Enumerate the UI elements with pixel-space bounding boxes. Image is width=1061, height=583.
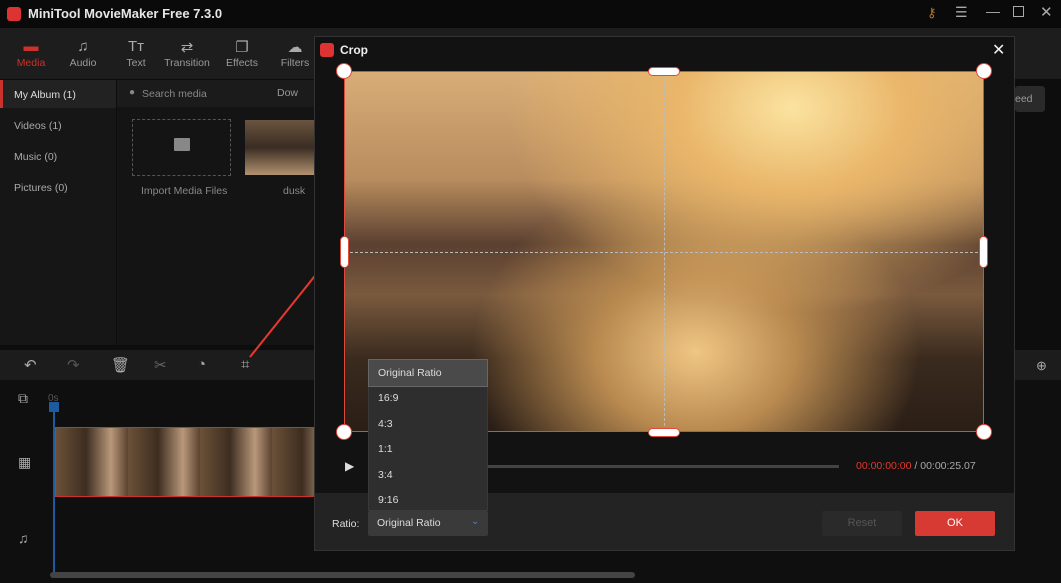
crop-handle-right[interactable] [979, 236, 988, 268]
menu-icon[interactable]: ☰ [955, 4, 968, 21]
tab-transition[interactable]: ⇄ Transition [160, 28, 214, 79]
tab-label: Transition [164, 57, 210, 69]
ratio-option-9-16[interactable]: 9:16 [369, 487, 487, 513]
right-panel-button-label: eed [1015, 93, 1033, 105]
play-button[interactable]: ▶ [345, 459, 354, 473]
redo-icon[interactable]: ↷ [67, 356, 80, 374]
media-thumbnail-dusk[interactable] [245, 120, 315, 175]
dialog-title: Crop [340, 43, 368, 57]
tab-label: Audio [69, 57, 97, 69]
video-track-icon: ▦ [18, 454, 32, 470]
close-dialog-button[interactable]: ✕ [992, 40, 1005, 60]
ratio-option-original[interactable]: Original Ratio [368, 359, 488, 387]
search-bar: ● Search media Dow [117, 80, 317, 107]
album-sidebar: My Album (1) Videos (1) Music (0) Pictur… [0, 80, 116, 345]
title-bar: MiniTool MovieMaker Free 7.3.0 ⚷ ☰ — ✕ [0, 0, 1061, 28]
download-button[interactable]: Dow [277, 87, 298, 99]
dialog-title-bar: Crop ✕ [315, 37, 1014, 63]
import-media-button[interactable] [132, 119, 231, 176]
ratio-option-1-1[interactable]: 1:1 [369, 436, 487, 462]
ratio-select[interactable]: Original Ratio ⌄ [368, 511, 488, 536]
playhead-handle[interactable] [49, 402, 59, 412]
time-readout: 00:00:00:00 / 00:00:25.07 [856, 460, 976, 472]
undo-icon[interactable]: ↶ [24, 356, 37, 374]
app-logo-icon [7, 7, 21, 21]
music-icon: ♫ [77, 38, 89, 55]
crop-handle-top[interactable] [648, 67, 680, 76]
crop-handle-top-left[interactable] [336, 63, 352, 79]
speed-icon[interactable]: ◔ [197, 356, 206, 373]
delete-icon[interactable]: 🗑 [111, 356, 130, 374]
add-track-icon[interactable]: ⧉ [18, 390, 28, 407]
close-app-button[interactable]: ✕ [1040, 3, 1053, 21]
tab-label: Text [126, 57, 146, 69]
tab-media[interactable]: ▬ Media [4, 28, 58, 79]
crop-handle-bottom[interactable] [648, 428, 680, 437]
ratio-option-3-4[interactable]: 3:4 [369, 462, 487, 488]
key-icon[interactable]: ⚷ [927, 5, 937, 21]
search-input[interactable]: Search media [142, 88, 207, 100]
sidebar-item-music[interactable]: Music (0) [0, 142, 116, 170]
folder-icon [174, 138, 190, 151]
progress-slider[interactable] [485, 465, 839, 468]
ratio-select-value: Original Ratio [377, 517, 441, 529]
crop-handle-bottom-right[interactable] [976, 424, 992, 440]
crop-handle-left[interactable] [340, 236, 349, 268]
app-logo-icon [320, 43, 334, 57]
tab-text[interactable]: Tт Text [109, 28, 163, 79]
audio-track-icon: ♫ [18, 530, 29, 546]
reset-button[interactable]: Reset [822, 511, 902, 536]
ratio-dropdown-list: Original Ratio 16:9 4:3 1:1 3:4 9:16 [368, 359, 488, 511]
horizontal-scrollbar[interactable] [50, 572, 635, 578]
import-media-label: Import Media Files [141, 185, 228, 197]
sidebar-item-pictures[interactable]: Pictures (0) [0, 173, 116, 201]
app-title: MiniTool MovieMaker Free 7.3.0 [28, 6, 223, 21]
ok-button[interactable]: OK [915, 511, 995, 536]
search-icon: ● [129, 87, 136, 98]
ratio-option-4-3[interactable]: 4:3 [369, 411, 487, 437]
chevron-down-icon: ⌄ [471, 516, 480, 527]
tab-label: Filters [280, 57, 310, 69]
tab-label: Media [16, 57, 46, 69]
sidebar-item-my-album[interactable]: My Album (1) [0, 80, 116, 108]
crop-guide-horizontal [345, 252, 983, 253]
zoom-in-icon[interactable]: ⊕ [1036, 358, 1047, 374]
media-clip-label: dusk [283, 185, 306, 197]
tab-audio[interactable]: ♫ Audio [56, 28, 110, 79]
sidebar-item-videos[interactable]: Videos (1) [0, 111, 116, 139]
minimize-button[interactable]: — [986, 3, 1000, 19]
ratio-option-16-9[interactable]: 16:9 [369, 385, 487, 411]
folder-icon: ▬ [23, 38, 39, 55]
text-icon: Tт [127, 38, 145, 55]
tab-effects[interactable]: ❐ Effects [215, 28, 269, 79]
split-icon[interactable]: ✂ [154, 356, 167, 374]
maximize-button[interactable] [1013, 6, 1024, 17]
crop-handle-bottom-left[interactable] [336, 424, 352, 440]
effects-icon: ❐ [235, 39, 249, 56]
crop-dialog: Crop ✕ ▶ 00:00:00:00 / 00:00:25.07 Ratio… [314, 36, 1015, 551]
video-clip[interactable] [55, 427, 315, 497]
right-panel-button[interactable]: eed [1015, 86, 1045, 112]
current-time: 00:00:00:00 [856, 460, 912, 472]
tab-label: Effects [226, 57, 258, 69]
ratio-label: Ratio: [332, 518, 360, 530]
time-separator: / [911, 460, 921, 472]
total-time: 00:00:25.07 [920, 460, 976, 472]
crop-handle-top-right[interactable] [976, 63, 992, 79]
transition-icon: ⇄ [180, 39, 194, 56]
